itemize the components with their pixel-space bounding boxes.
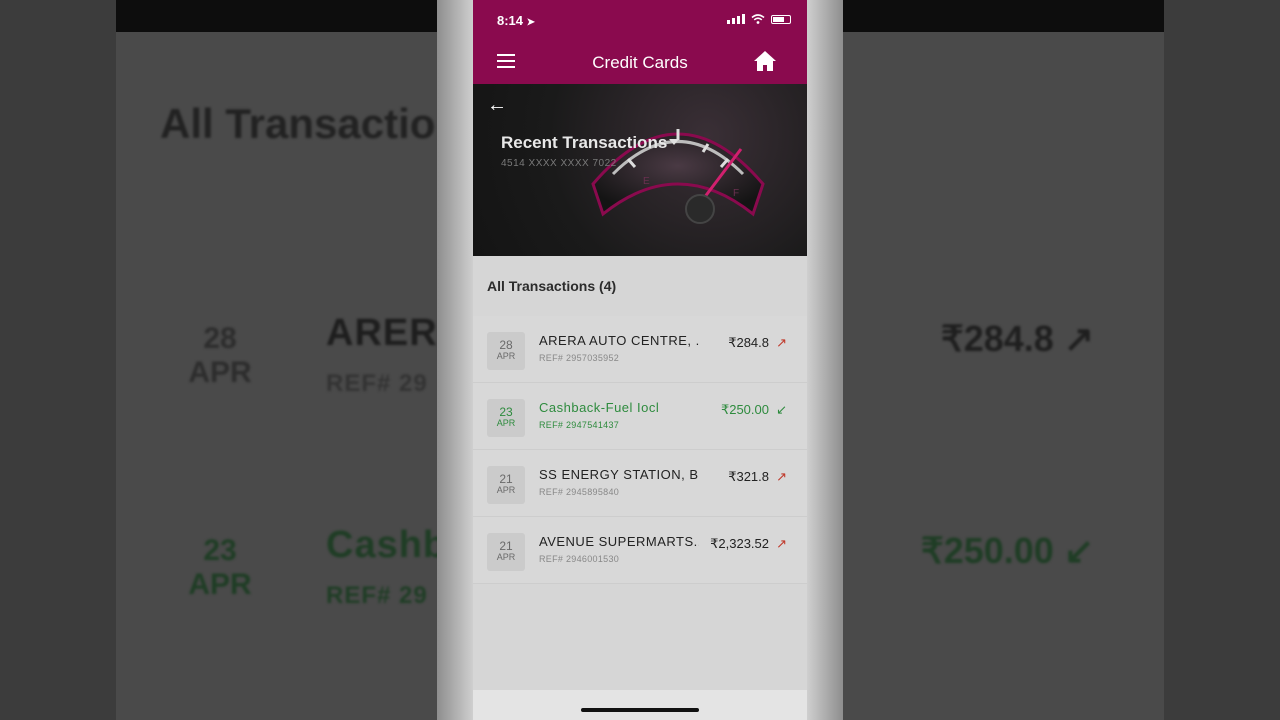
date-month: APR — [496, 552, 516, 562]
reference-number: REF# 2945895840 — [539, 487, 620, 497]
date-badge: 21 APR — [487, 533, 525, 571]
background-date-month: APR — [188, 568, 252, 601]
background-amount-2: ₹250.00 ↙ — [920, 530, 1094, 571]
background-amount-1: ₹284.8 ↗ — [940, 318, 1094, 359]
merchant-name: SS ENERGY STATION, B... — [539, 467, 699, 482]
home-indicator-area — [473, 690, 807, 720]
arrow-up-right-icon: ↗ — [776, 536, 787, 551]
home-indicator[interactable] — [581, 708, 699, 712]
arrow-up-right-icon: ↗ — [776, 335, 787, 350]
date-badge: 21 APR — [487, 466, 525, 504]
arrow-down-left-icon: ↙ — [776, 402, 787, 417]
merchant-name: AVENUE SUPERMARTS... — [539, 534, 699, 549]
date-day: 23 — [499, 405, 513, 419]
card-number: 4514 XXXX XXXX 7022 — [501, 158, 617, 169]
section-header: All Transactions (4) — [473, 256, 807, 316]
reference-number: REF# 2946001530 — [539, 554, 620, 564]
svg-text:F: F — [733, 188, 739, 199]
amount: ₹321.8 — [728, 469, 769, 484]
transaction-list: 28 APR ARERA AUTO CENTRE, ... REF# 29570… — [473, 316, 807, 584]
amount: ₹250.00 — [720, 402, 769, 417]
background-ref-2: REF# 29 — [326, 582, 428, 609]
date-badge: 23 APR — [487, 399, 525, 437]
date-day: 28 — [499, 338, 513, 352]
status-time-text: 8:14 — [497, 13, 524, 28]
section-title: All Transactions (4) — [487, 278, 617, 294]
svg-text:E: E — [643, 176, 650, 187]
background-date-day: 28 — [203, 322, 237, 355]
date-month: APR — [496, 485, 516, 495]
status-time: 8:14 ➤ — [497, 13, 535, 28]
background-ref-1: REF# 29 — [326, 370, 428, 397]
merchant-name: Cashback-Fuel Iocl — [539, 400, 660, 415]
reference-number: REF# 2957035952 — [539, 353, 620, 363]
wifi-icon — [751, 14, 765, 24]
merchant-name: ARERA AUTO CENTRE, ... — [539, 333, 699, 348]
home-icon[interactable] — [753, 50, 777, 72]
back-arrow-icon[interactable]: ← — [487, 94, 507, 117]
background-title: All Transactio — [160, 100, 436, 147]
transaction-row[interactable]: 21 APR SS ENERGY STATION, B... REF# 2945… — [473, 450, 807, 517]
reference-number: REF# 2947541437 — [539, 420, 620, 430]
battery-icon — [771, 14, 791, 24]
status-bar: 8:14 ➤ — [473, 0, 807, 40]
background-date-1: 28 APR — [160, 322, 280, 390]
amount: ₹2,323.52 — [710, 536, 769, 551]
background-date-month: APR — [188, 356, 252, 389]
phone-screen: 8:14 ➤ Credit Cards E F ← Recent Transac… — [473, 0, 807, 720]
amount: ₹284.8 — [728, 335, 769, 350]
background-date-2: 23 APR — [160, 534, 280, 602]
date-month: APR — [496, 351, 516, 361]
arrow-up-right-icon: ↗ — [776, 469, 787, 484]
date-day: 21 — [499, 472, 513, 486]
hero-title[interactable]: Recent Transactions — [501, 133, 667, 153]
status-icons — [727, 14, 791, 24]
date-day: 21 — [499, 539, 513, 553]
date-badge: 28 APR — [487, 332, 525, 370]
transaction-row[interactable]: 28 APR ARERA AUTO CENTRE, ... REF# 29570… — [473, 316, 807, 383]
background-date-day: 23 — [203, 534, 237, 567]
phone-frame: 8:14 ➤ Credit Cards E F ← Recent Transac… — [437, 0, 843, 720]
phone-edge-right — [807, 0, 843, 720]
location-icon: ➤ — [526, 17, 536, 28]
transaction-row[interactable]: 21 APR AVENUE SUPERMARTS... REF# 2946001… — [473, 517, 807, 584]
fuel-gauge-icon: E F — [591, 129, 765, 224]
background-name-1: ARER — [326, 312, 438, 354]
transaction-row[interactable]: 23 APR Cashback-Fuel Iocl REF# 294754143… — [473, 383, 807, 450]
date-month: APR — [496, 418, 516, 428]
hero-banner: E F ← Recent Transactions 4514 XXXX XXXX… — [473, 84, 807, 256]
signal-icon — [727, 14, 745, 24]
background-name-2: Cashb — [326, 524, 448, 566]
phone-edge-left — [437, 0, 473, 720]
caret-down-icon[interactable] — [669, 139, 679, 145]
nav-bar: Credit Cards — [473, 40, 807, 84]
